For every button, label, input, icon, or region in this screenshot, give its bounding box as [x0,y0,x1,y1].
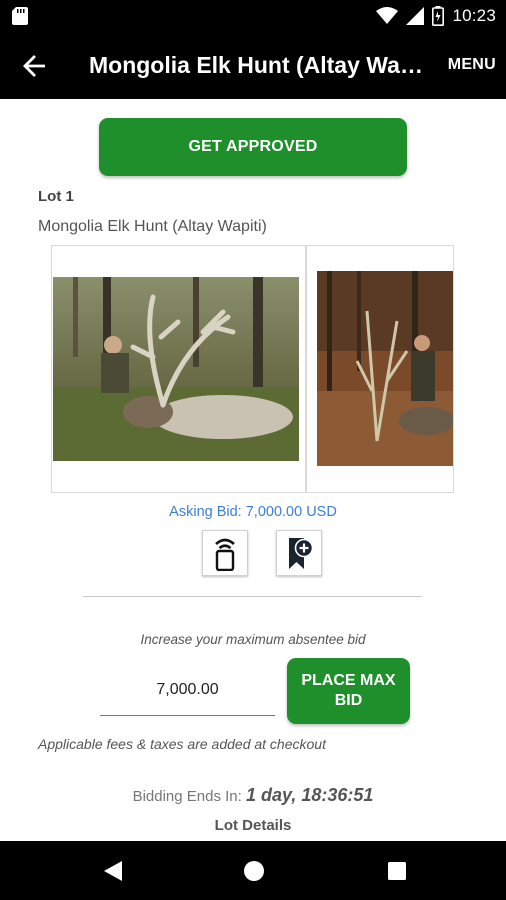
arrow-left-icon [23,55,45,77]
status-bar: 10:23 [0,0,506,32]
nav-back-icon [104,861,122,881]
remote-bid-icon [215,538,235,571]
place-max-bid-button[interactable]: PLACE MAX BID [287,658,410,724]
menu-button[interactable]: MENU [448,56,496,74]
nav-recents-icon [388,862,406,880]
lot-title: Mongolia Elk Hunt (Altay Wapiti) [38,218,267,235]
get-approved-button[interactable]: GET APPROVED [99,118,407,176]
asking-bid: Asking Bid: 7,000.00 USD [169,504,337,520]
signal-icon [406,7,425,25]
countdown-value: 1 day, 18:36:51 [246,785,374,805]
image-carousel[interactable] [51,245,454,493]
lot-content[interactable]: GET APPROVED Lot 1 Mongolia Elk Hunt (Al… [0,99,506,841]
nav-home-icon [244,861,264,881]
nav-back-button[interactable] [100,858,126,884]
nav-recents-button[interactable] [384,858,410,884]
clock-time: 10:23 [452,6,496,25]
carousel-slide[interactable] [52,246,307,492]
lot-number: Lot 1 [38,188,74,205]
bidding-ends-label: Bidding Ends In: [132,788,242,805]
page-title: Mongolia Elk Hunt (Altay Wapiti) [89,52,424,78]
system-navigation-bar [0,841,506,900]
add-to-watchlist-button[interactable] [276,530,322,576]
max-bid-instructions: Increase your maximum absentee bid [140,632,366,647]
elk-hunt-photo-2[interactable] [317,271,453,466]
carousel-slide[interactable] [309,246,453,492]
nav-home-button[interactable] [241,858,267,884]
back-button[interactable] [18,50,50,82]
app-bar: Mongolia Elk Hunt (Altay Wapiti) MENU [0,32,506,99]
elk-hunt-photo-1[interactable] [53,277,299,461]
sd-card-icon [12,7,28,25]
battery-icon [432,6,445,26]
fees-note: Applicable fees & taxes are added at che… [38,736,326,752]
bookmark-add-icon [289,538,314,569]
bidding-countdown: Bidding Ends In: 1 day, 18:36:51 [0,785,506,806]
section-divider [83,596,422,597]
max-bid-amount-input[interactable] [100,665,275,716]
lot-details-heading[interactable]: Lot Details [0,817,506,834]
remote-bid-button[interactable] [202,530,248,576]
wifi-icon [376,7,399,24]
